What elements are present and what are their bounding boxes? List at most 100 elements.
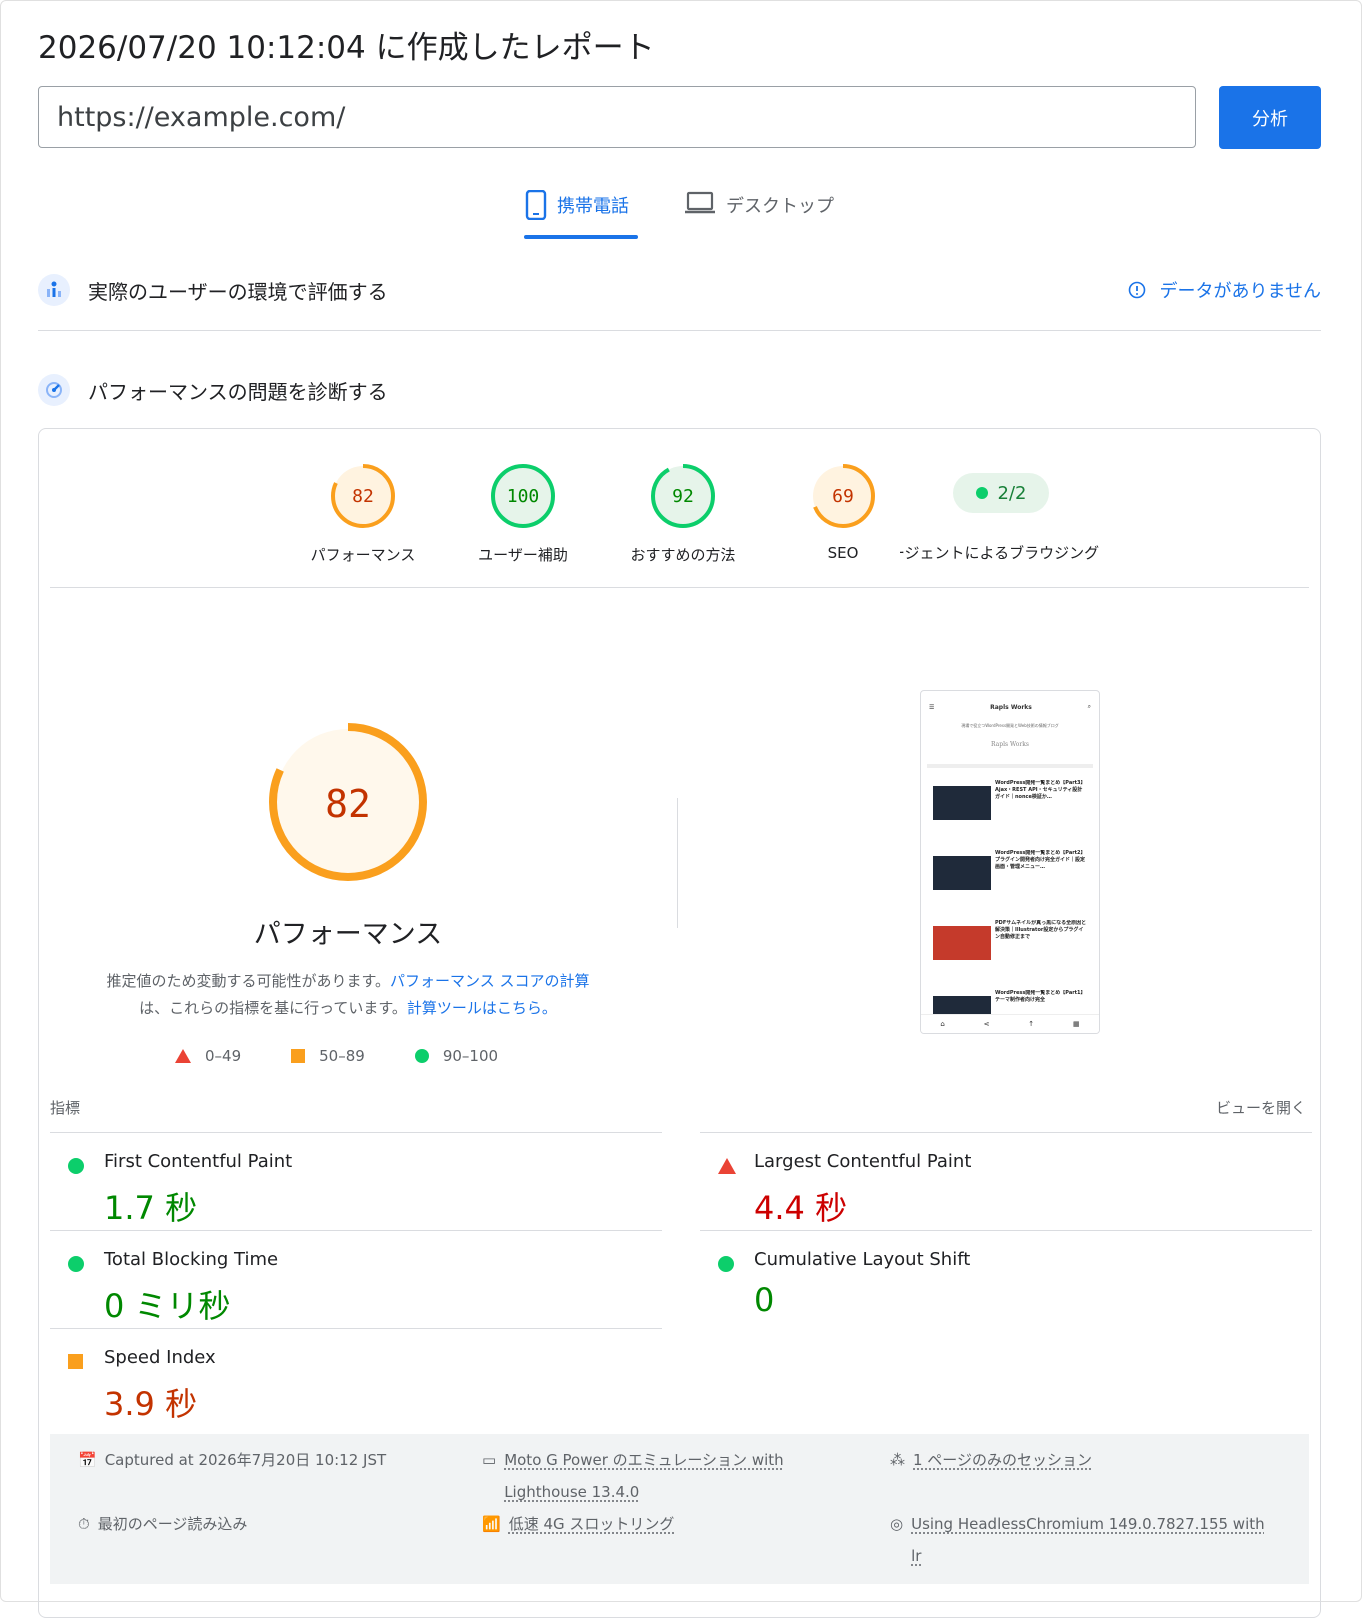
metric-item: Total Blocking Time 0 ミリ秒 — [50, 1230, 662, 1327]
section-divider — [38, 330, 1321, 331]
agent-label: エージェントによるブラウジング — [900, 544, 1100, 562]
session-info[interactable]: ⁂ 1 ページのみのセッション — [890, 1444, 1092, 1476]
metric-name: Total Blocking Time — [104, 1249, 279, 1270]
analyze-button[interactable]: 分析 — [1219, 86, 1321, 149]
tab-mobile-label: 携帯電話 — [557, 196, 629, 217]
category-divider — [50, 587, 1309, 588]
chrome-icon: ◎ — [890, 1515, 904, 1533]
gauge-score: 92 — [672, 486, 694, 507]
page-screenshot-thumbnail[interactable]: ☰ Rapls Works ⌕ 現場で役立つWordPress開発とWeb技術の… — [920, 690, 1100, 1034]
post-list: WordPress開発一覧まとめ【Part3】Ajax・REST API・セキュ… — [921, 780, 1099, 1033]
post-item: WordPress開発一覧まとめ【Part2】プラグイン開発者向け完全ガイド｜設… — [921, 850, 1099, 902]
legend-fail: 0–49 — [175, 1047, 241, 1065]
legend-pass: 90–100 — [414, 1047, 498, 1065]
gauge-label: パフォーマンス — [310, 546, 416, 564]
post-thumbnail — [933, 856, 991, 890]
signal-icon: 📶 — [482, 1515, 501, 1533]
home-icon: ⌂ — [940, 1020, 945, 1028]
active-tab-indicator — [524, 235, 638, 239]
field-data-title: 実際のユーザーの環境で評価する — [88, 279, 388, 304]
post-item: PDFサムネイルが真っ黒になる全原因と解決策｜Illustrator設定からプラ… — [921, 920, 1099, 972]
diagnose-section: パフォーマンスの問題を診断する — [38, 370, 1321, 410]
arrow-up-icon: ↑ — [1028, 1020, 1035, 1028]
device-info[interactable]: ▭ Moto G Power のエミュレーション with Lighthouse 1… — [482, 1444, 784, 1508]
circle-icon — [718, 1256, 734, 1272]
square-icon — [291, 1049, 306, 1063]
menu-icon: ☰ — [929, 703, 935, 711]
pass-dot-icon — [975, 487, 988, 499]
category-gauge[interactable]: 100 ユーザー補助 — [443, 462, 603, 565]
load-info: ⏱ 最初のページ読み込み — [78, 1508, 247, 1540]
tab-desktop-label: デスクトップ — [726, 196, 834, 217]
agent-browsing-badge[interactable]: 2/2 — [953, 473, 1049, 513]
metric-value: 3.9 秒 — [104, 1385, 198, 1423]
triangle-icon — [175, 1049, 191, 1063]
throttle-info[interactable]: 📶 低速 4G スロットリング — [482, 1508, 674, 1540]
search-icon: ⌕ — [1087, 703, 1091, 710]
calendar-icon: 📅 — [78, 1451, 97, 1469]
devices-icon: ▭ — [482, 1451, 497, 1469]
report-title: 2026/07/20 10:12:04 に作成したレポート — [38, 30, 655, 66]
tab-desktop[interactable]: デスクトップ — [684, 190, 834, 240]
field-data-section: 実際のユーザーの環境で評価する データがありません — [38, 270, 1321, 310]
square-icon — [68, 1354, 83, 1369]
info-icon — [1128, 281, 1145, 299]
score-calc-link[interactable]: パフォーマンス スコアの計算 — [390, 972, 589, 990]
performance-title: パフォーマンス — [253, 919, 443, 950]
no-data-link[interactable]: データがありません — [1128, 277, 1321, 303]
gauge-score: 69 — [832, 486, 854, 507]
performance-gauge-score: 82 — [325, 782, 371, 826]
metric-item: First Contentful Paint 1.7 秒 — [50, 1132, 662, 1229]
gauge-ring: 82 — [331, 464, 395, 528]
post-thumbnail — [933, 926, 991, 960]
diagnose-title: パフォーマンスの問題を診断する — [88, 379, 388, 404]
category-gauge[interactable]: 69 SEO — [763, 462, 923, 562]
gauge-icon — [38, 374, 70, 406]
post-thumbnail — [933, 786, 991, 820]
agent-value: 2/2 — [997, 482, 1027, 504]
metric-item: Speed Index 3.9 秒 — [50, 1328, 662, 1425]
post-title: WordPress開発一覧まとめ【Part2】プラグイン開発者向け完全ガイド｜設… — [995, 850, 1086, 870]
site-name: Rapls Works — [990, 703, 1032, 711]
expand-view-toggle[interactable]: ビューを開く — [1216, 1097, 1306, 1118]
no-data-label: データがありません — [1159, 281, 1321, 302]
post-title: PDFサムネイルが真っ黒になる全原因と解決策｜Illustrator設定からプラ… — [995, 920, 1087, 940]
circle-icon — [68, 1256, 84, 1272]
gauge-score: 100 — [507, 486, 540, 507]
metric-name: Speed Index — [104, 1347, 216, 1368]
gauge-ring: 100 — [491, 464, 555, 528]
metric-name: First Contentful Paint — [104, 1151, 293, 1172]
gauge-label: ユーザー補助 — [478, 546, 568, 564]
captured-info: 📅 Captured at 2026年7月20日 10:12 JST — [78, 1444, 386, 1476]
post-item: WordPress開発一覧まとめ【Part3】Ajax・REST API・セキュ… — [921, 780, 1099, 832]
gauge-ring: 92 — [651, 464, 715, 528]
note-text-1: 推定値のため変動する可能性があります。 — [106, 972, 391, 990]
site-logo: Rapls Works — [991, 741, 1029, 748]
circle-icon — [68, 1158, 84, 1174]
metrics-header: 指標 — [50, 1099, 81, 1117]
metric-value: 0 ミリ秒 — [104, 1287, 231, 1325]
metric-value: 4.4 秒 — [754, 1189, 848, 1227]
users-chart-icon — [38, 274, 70, 306]
category-gauge[interactable]: 92 おすすめの方法 — [603, 462, 763, 565]
phone-icon — [525, 190, 547, 220]
browser-info[interactable]: ◎ Using HeadlessChromium 149.0.7827.155 w… — [890, 1508, 1265, 1572]
metric-value: 1.7 秒 — [104, 1189, 198, 1227]
gauge-score: 82 — [352, 486, 374, 507]
performance-note: 推定値のため変動する可能性があります。パフォーマンス スコアの計算 は、これらの… — [80, 968, 616, 1022]
metric-name: Largest Contentful Paint — [754, 1151, 972, 1172]
vertical-separator — [677, 798, 678, 928]
legend-average: 50–89 — [291, 1047, 365, 1065]
triangle-icon — [718, 1158, 736, 1174]
url-input[interactable] — [38, 86, 1196, 148]
calculator-link[interactable]: 計算ツールはこちら。 — [407, 999, 557, 1017]
tab-mobile[interactable]: 携帯電話 — [525, 190, 629, 240]
gauge-ring: 69 — [811, 464, 875, 528]
gauge-label: おすすめの方法 — [630, 546, 736, 564]
timer-icon: ⏱ — [78, 1515, 90, 1533]
circle-icon — [414, 1049, 429, 1063]
metric-value: 0 — [754, 1281, 775, 1319]
category-gauge[interactable]: 82 パフォーマンス — [283, 462, 443, 565]
site-tagline: 現場で役立つWordPress開発とWeb技術の情報ブログ — [961, 723, 1059, 728]
run-info-footer: 📅 Captured at 2026年7月20日 10:12 JST ⏱ 最初のペー… — [50, 1434, 1309, 1584]
